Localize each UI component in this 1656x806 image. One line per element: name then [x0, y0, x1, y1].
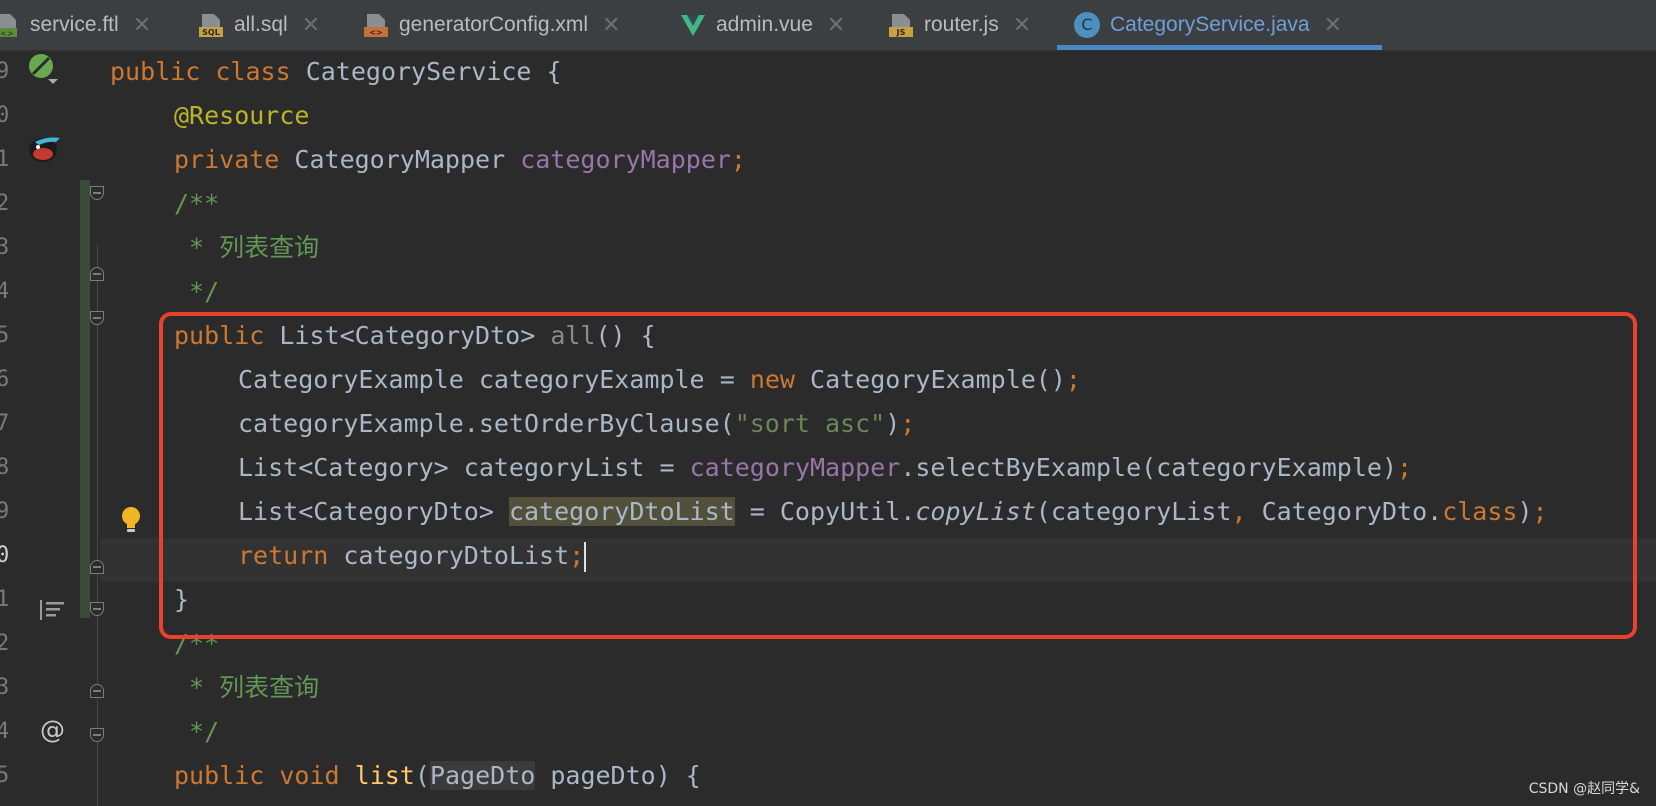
line-number: 1 [0, 147, 10, 172]
line-number: 0 [0, 103, 10, 128]
line-number: 2 [0, 191, 10, 216]
line-number: 5 [0, 323, 10, 348]
line-numbers: 9 0 1 2 3 4 5 6 7 8 9 0 1 2 3 4 5 [0, 50, 20, 806]
code-line-comment: /** [174, 189, 220, 218]
line-number: 0 [0, 543, 10, 568]
js-file-icon: JS [888, 12, 914, 38]
line-number: 9 [0, 499, 10, 524]
lightbulb-icon[interactable] [119, 505, 143, 539]
line-number: 4 [0, 279, 10, 304]
fold-toggle[interactable] [90, 186, 104, 200]
fold-guide [97, 245, 98, 806]
code-line-method-decl: public void list(PageDto pageDto) { [174, 761, 701, 790]
tab-service-ftl[interactable]: <> service.ftl ✕ [0, 0, 151, 50]
editor-tab-bar: <> service.ftl ✕ SQL all.sql ✕ <> genera… [0, 0, 1656, 51]
close-icon[interactable]: ✕ [1013, 12, 1031, 38]
code-line-comment: */ [174, 277, 220, 306]
line-number: 4 [0, 719, 10, 744]
mybatis-mapper-icon[interactable] [26, 130, 64, 168]
tab-label: all.sql [234, 13, 288, 36]
xml-file-icon: <> [363, 12, 389, 38]
fold-toggle[interactable] [90, 311, 104, 325]
code-line-comment: * 列表查询 [174, 673, 320, 702]
code-line-comment: * 列表查询 [174, 233, 320, 262]
code-editor[interactable]: 9 0 1 2 3 4 5 6 7 8 9 0 1 2 3 4 5 @ publ… [0, 50, 1656, 806]
tab-label: CategoryService.java [1110, 13, 1310, 36]
tab-router-js[interactable]: JS router.js ✕ [888, 0, 1031, 50]
sql-file-icon: SQL [198, 12, 224, 38]
close-icon[interactable]: ✕ [1324, 12, 1342, 38]
javadoc-render-icon[interactable] [38, 598, 66, 626]
code-line-comment: */ [174, 717, 220, 746]
line-number: 6 [0, 367, 10, 392]
watermark: CSDN @赵同学& [1528, 781, 1640, 797]
line-number: 1 [0, 587, 10, 612]
line-number: 8 [0, 455, 10, 480]
tab-label: admin.vue [716, 13, 813, 36]
close-icon[interactable]: ✕ [602, 12, 620, 38]
tab-categoryservice-java[interactable]: C CategoryService.java ✕ [1057, 0, 1382, 50]
fold-toggle[interactable] [90, 728, 104, 742]
close-icon[interactable]: ✕ [133, 12, 151, 38]
line-number: 2 [0, 631, 10, 656]
line-number: 5 [0, 763, 10, 788]
code-line-annotation: @Resource [174, 101, 310, 130]
close-icon[interactable]: ✕ [827, 12, 845, 38]
line-number: 3 [0, 675, 10, 700]
fold-toggle[interactable] [90, 267, 104, 281]
svg-text:<>: <> [0, 29, 13, 38]
annotation-highlight-box [159, 312, 1637, 639]
tab-label: router.js [924, 13, 999, 36]
tab-all-sql[interactable]: SQL all.sql ✕ [198, 0, 320, 50]
code-line-class-decl: public class CategoryService { [110, 57, 562, 86]
tab-label: service.ftl [30, 13, 119, 36]
tab-admin-vue[interactable]: admin.vue ✕ [680, 0, 845, 50]
close-icon[interactable]: ✕ [302, 12, 320, 38]
tab-label: generatorConfig.xml [399, 13, 589, 36]
tab-generatorconfig-xml[interactable]: <> generatorConfig.xml ✕ [363, 0, 621, 50]
request-mapping-icon[interactable]: @ [40, 715, 65, 744]
fold-toggle[interactable] [90, 684, 104, 698]
vcs-change-marker[interactable] [80, 180, 90, 618]
ftl-file-icon: <> [0, 12, 20, 38]
spring-bean-icon[interactable] [28, 53, 60, 89]
fold-toggle[interactable] [90, 602, 104, 616]
line-number: 7 [0, 411, 10, 436]
vue-file-icon [680, 12, 706, 38]
java-class-icon: C [1074, 12, 1100, 38]
line-number: 3 [0, 235, 10, 260]
code-line-field: private CategoryMapper categoryMapper; [174, 145, 746, 174]
fold-toggle[interactable] [90, 560, 104, 574]
line-number: 9 [0, 59, 10, 84]
